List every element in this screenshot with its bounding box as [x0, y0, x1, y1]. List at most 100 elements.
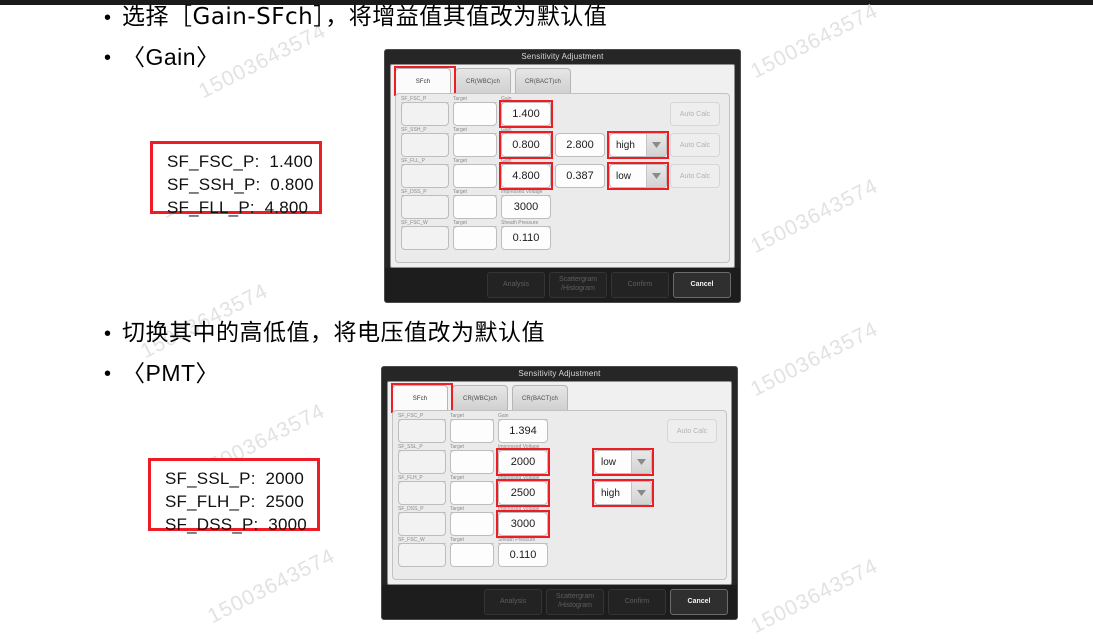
mode-value: low: [601, 456, 617, 468]
button-label: Analysis: [499, 597, 527, 605]
table-row: SF_FLL_P Target Gain 4.800 0.387 low Aut…: [401, 158, 724, 189]
dialog-footer: Analysis Scattergram /Histogram Confirm …: [382, 585, 737, 619]
row-name-field[interactable]: [398, 419, 446, 443]
target-field[interactable]: [450, 419, 494, 443]
sensitivity-adjustment-dialog-gain[interactable]: Sensitivity Adjustment SFch CR(WBC)ch CR…: [384, 49, 741, 303]
button-label: Analysis: [502, 280, 530, 288]
tab-cr-wbc-ch[interactable]: CR(WBC)ch: [455, 68, 511, 94]
measured-value-field[interactable]: 0.387: [555, 164, 605, 188]
row-name-field[interactable]: [398, 543, 446, 567]
gain-value-field[interactable]: 0.800: [501, 133, 551, 157]
gain-default-values-note: SF_FSC_P: 1.400 SF_SSH_P: 0.800 SF_FLL_P…: [150, 141, 322, 217]
watermark: 15003643574: [747, 554, 882, 639]
button-label: Cancel: [687, 597, 711, 605]
impressed-voltage-field[interactable]: 2500: [498, 481, 548, 505]
mode-dropdown[interactable]: high: [594, 481, 652, 505]
impressed-voltage-field[interactable]: 3000: [498, 512, 548, 536]
mode-dropdown[interactable]: low: [609, 164, 667, 188]
bullet-marker: •: [104, 323, 112, 345]
target-field[interactable]: [450, 450, 494, 474]
bullet-text: 〈Gain〉: [122, 44, 220, 70]
watermark: 15003643574: [747, 174, 882, 259]
gain-value-field[interactable]: 1.400: [501, 102, 551, 126]
tab-sfch[interactable]: SFch: [392, 385, 448, 411]
tab-bar: SFch CR(WBC)ch CR(BACT)ch: [395, 68, 571, 94]
row-name-field[interactable]: [398, 512, 446, 536]
tab-label: CR(BACT)ch: [524, 78, 561, 85]
sheath-pressure-field[interactable]: 0.110: [501, 226, 551, 250]
scattergram-histogram-button[interactable]: Scattergram /Histogram: [549, 272, 607, 298]
bullet-text: 选择［Gain-SFch］，将增益值其值改为默认值: [122, 4, 608, 30]
button-label: Scattergram /Histogram: [555, 593, 595, 609]
cancel-button[interactable]: Cancel: [670, 589, 728, 615]
settings-panel: SF_FSC_P Target Gain 1.400 Auto Calc SF_…: [395, 93, 730, 263]
dialog-title: Sensitivity Adjustment: [385, 50, 740, 63]
confirm-button[interactable]: Confirm: [608, 589, 666, 615]
target-field[interactable]: [453, 226, 497, 250]
sheath-pressure-field[interactable]: 0.110: [498, 543, 548, 567]
gain-value-field[interactable]: 1.394: [498, 419, 548, 443]
chevron-down-icon[interactable]: [631, 451, 651, 473]
table-row: SF_SSH_P Target Gain 0.800 2.800 high Au…: [401, 127, 724, 158]
bullet-marker: •: [104, 7, 112, 29]
table-row: SF_FSC_P Target Gain 1.394 Auto Calc: [398, 413, 721, 444]
row-name-field[interactable]: [401, 195, 449, 219]
button-label: Confirm: [624, 597, 650, 605]
row-name-field[interactable]: [398, 450, 446, 474]
target-field[interactable]: [450, 481, 494, 505]
analysis-button[interactable]: Analysis: [484, 589, 542, 615]
tab-label: SFch: [415, 78, 431, 85]
bullet-select-gain-sfch: • 选择［Gain-SFch］，将增益值其值改为默认值: [104, 4, 607, 30]
mode-value: high: [616, 139, 635, 151]
pmt-default-values-note: SF_SSL_P: 2000 SF_FLH_P: 2500 SF_DSS_P: …: [148, 458, 320, 534]
tab-cr-wbc-ch[interactable]: CR(WBC)ch: [452, 385, 508, 411]
watermark: 15003643574: [204, 544, 339, 629]
row-name-field[interactable]: [401, 102, 449, 126]
mode-dropdown[interactable]: low: [594, 450, 652, 474]
dialog-body: SFch CR(WBC)ch CR(BACT)ch SF_FSC_P Targe…: [390, 64, 735, 268]
target-field[interactable]: [450, 512, 494, 536]
scattergram-histogram-button[interactable]: Scattergram /Histogram: [546, 589, 604, 615]
cancel-button[interactable]: Cancel: [673, 272, 731, 298]
tab-cr-bact-ch[interactable]: CR(BACT)ch: [512, 385, 568, 411]
analysis-button[interactable]: Analysis: [487, 272, 545, 298]
confirm-button[interactable]: Confirm: [611, 272, 669, 298]
watermark: 15003643574: [747, 317, 882, 402]
row-name-field[interactable]: [401, 164, 449, 188]
auto-calc-button[interactable]: Auto Calc: [670, 102, 720, 126]
target-field[interactable]: [453, 164, 497, 188]
bullet-marker: •: [104, 47, 112, 69]
auto-calc-button[interactable]: Auto Calc: [670, 133, 720, 157]
table-row: SF_DSS_P Target Impressed Voltage 3000: [398, 506, 721, 537]
mode-dropdown[interactable]: high: [609, 133, 667, 157]
bullet-gain-label: • 〈Gain〉: [104, 44, 220, 70]
row-name-field[interactable]: [401, 226, 449, 250]
chevron-down-icon[interactable]: [646, 134, 666, 156]
mode-value: high: [601, 487, 620, 499]
row-name-field[interactable]: [401, 133, 449, 157]
chevron-down-icon[interactable]: [646, 165, 666, 187]
auto-calc-button[interactable]: Auto Calc: [667, 419, 717, 443]
target-field[interactable]: [450, 543, 494, 567]
target-field[interactable]: [453, 102, 497, 126]
tab-cr-bact-ch[interactable]: CR(BACT)ch: [515, 68, 571, 94]
tab-label: CR(WBC)ch: [466, 78, 500, 85]
sensitivity-adjustment-dialog-pmt[interactable]: Sensitivity Adjustment SFch CR(WBC)ch CR…: [381, 366, 738, 620]
measured-value-field[interactable]: 2.800: [555, 133, 605, 157]
bullet-switch-high-low: • 切换其中的高低值，将电压值改为默认值: [104, 320, 545, 346]
target-field[interactable]: [453, 133, 497, 157]
gain-value-field[interactable]: 4.800: [501, 164, 551, 188]
impressed-voltage-field[interactable]: 2000: [498, 450, 548, 474]
note-line: SF_DSS_P: 3000: [165, 515, 307, 535]
bullet-pmt-label: • 〈PMT〉: [104, 360, 219, 386]
impressed-voltage-field[interactable]: 3000: [501, 195, 551, 219]
tab-sfch[interactable]: SFch: [395, 68, 451, 94]
table-row: SF_FSC_W Target Sheath Pressure 0.110: [401, 220, 724, 251]
bullet-text: 切换其中的高低值，将电压值改为默认值: [122, 320, 545, 346]
target-field[interactable]: [453, 195, 497, 219]
table-row: SF_FSC_W Target Sheath Pressure 0.110: [398, 537, 721, 568]
auto-calc-button[interactable]: Auto Calc: [670, 164, 720, 188]
row-name-field[interactable]: [398, 481, 446, 505]
tab-bar: SFch CR(WBC)ch CR(BACT)ch: [392, 385, 568, 411]
chevron-down-icon[interactable]: [631, 482, 651, 504]
